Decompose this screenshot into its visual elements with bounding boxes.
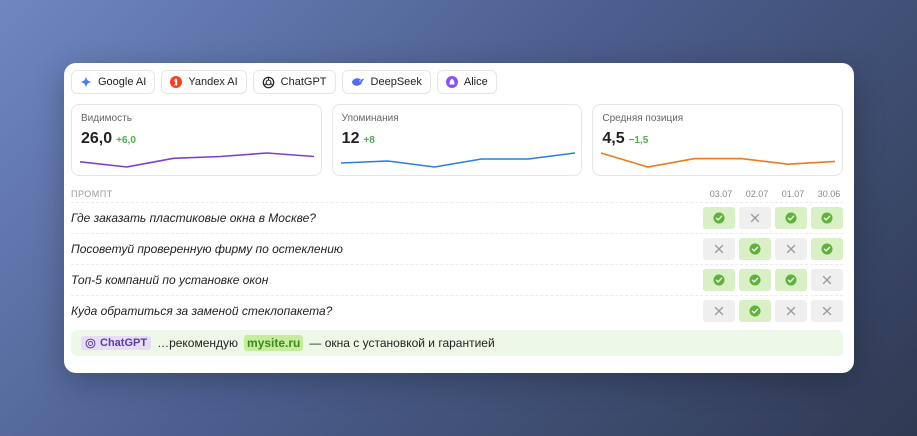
sparkline-path xyxy=(340,152,575,168)
mention-yes-cell xyxy=(703,269,735,291)
prompt-text: Куда обратиться за заменой стеклопакета? xyxy=(71,304,333,318)
tab-label: Yandex AI xyxy=(188,76,238,88)
check-circle-icon xyxy=(785,274,797,286)
mention-yes-cell xyxy=(739,269,771,291)
mark-cells xyxy=(703,207,843,229)
prompt-text: Где заказать пластиковые окна в Москве? xyxy=(71,211,316,225)
cross-icon xyxy=(714,306,724,316)
stat-mentions: Упоминания 12 +8 xyxy=(331,104,583,176)
table-header: ПРОМПТ 03.07 02.07 01.07 30.06 xyxy=(71,186,843,202)
mark-cells xyxy=(703,238,843,260)
sparkline-path xyxy=(601,152,836,168)
date-header: 03.07 xyxy=(709,189,733,199)
deepseek-icon xyxy=(351,78,364,86)
alice-icon xyxy=(445,76,458,88)
stat-label: Средняя позиция xyxy=(602,113,684,124)
google-ai-icon xyxy=(80,76,92,88)
mention-yes-cell xyxy=(811,207,843,229)
date-headers: 03.07 02.07 01.07 30.06 xyxy=(707,189,843,199)
cross-icon xyxy=(714,244,724,254)
tab-deepseek[interactable]: DeepSeek xyxy=(341,70,431,94)
check-circle-icon xyxy=(749,305,761,317)
cross-icon xyxy=(822,275,832,285)
check-circle-icon xyxy=(821,243,833,255)
ai-visibility-card: Google AI Yandex AI ChatGPT DeepSeek Ali… xyxy=(64,63,854,373)
mention-no-cell xyxy=(811,300,843,322)
mark-cells xyxy=(703,300,843,322)
stats-row: Видимость 26,0 +6,0 Упоминания 12 +8 Сре… xyxy=(71,104,844,176)
mention-yes-cell xyxy=(739,300,771,322)
stat-label: Упоминания xyxy=(341,113,399,124)
tab-chatgpt[interactable]: ChatGPT xyxy=(252,70,336,94)
tab-alice[interactable]: Alice xyxy=(436,70,497,94)
snippet-after: — окна с установкой и гарантией xyxy=(309,336,495,350)
mention-yes-cell xyxy=(775,207,807,229)
tab-yandex-ai[interactable]: Yandex AI xyxy=(161,70,247,94)
cross-icon xyxy=(822,306,832,316)
chatgpt-icon xyxy=(85,338,96,348)
prompt-text: Посоветуй проверенную фирму по остеклени… xyxy=(71,242,343,256)
check-circle-icon xyxy=(713,274,725,286)
tab-label: Alice xyxy=(463,76,488,88)
sparkline-path xyxy=(80,152,314,168)
engine-tabs: Google AI Yandex AI ChatGPT DeepSeek Ali… xyxy=(71,70,843,94)
sparkline-mentions xyxy=(340,152,575,168)
tab-google-ai[interactable]: Google AI xyxy=(71,70,156,94)
stat-delta: −1,5 xyxy=(628,135,649,146)
date-header: 01.07 xyxy=(781,189,805,199)
mention-no-cell xyxy=(775,238,807,260)
tab-label: DeepSeek xyxy=(370,76,422,88)
mention-no-cell xyxy=(775,300,807,322)
prompt-table: Где заказать пластиковые окна в Москве? … xyxy=(71,202,843,326)
cross-icon xyxy=(786,306,796,316)
cross-icon xyxy=(786,244,796,254)
prompt-column-header: ПРОМПТ xyxy=(71,189,113,199)
check-circle-icon xyxy=(785,212,797,224)
mention-no-cell xyxy=(739,207,771,229)
site-highlight: mysite.ru xyxy=(244,335,304,351)
sparkline-visibility xyxy=(80,152,314,168)
mention-no-cell xyxy=(811,269,843,291)
chatgpt-icon xyxy=(262,76,274,88)
snippet-before: …рекомендую xyxy=(157,336,239,350)
answer-snippet: ChatGPT …рекомендую mysite.ru — окна с у… xyxy=(71,330,843,356)
stat-label: Видимость xyxy=(81,113,132,124)
stat-value: 26,0 xyxy=(81,130,113,147)
stat-value: 12 xyxy=(341,130,360,147)
tab-label: Google AI xyxy=(98,76,147,88)
stat-delta: +8 xyxy=(363,135,375,146)
tab-label: ChatGPT xyxy=(280,76,327,88)
check-circle-icon xyxy=(749,243,761,255)
mention-yes-cell xyxy=(703,207,735,229)
mention-no-cell xyxy=(703,300,735,322)
mention-yes-cell xyxy=(739,238,771,260)
stat-delta: +6,0 xyxy=(116,135,136,146)
source-label: ChatGPT xyxy=(100,337,148,349)
mention-yes-cell xyxy=(775,269,807,291)
stat-average-position: Средняя позиция 4,5 −1,5 xyxy=(592,104,844,176)
date-header: 30.06 xyxy=(817,189,841,199)
table-row[interactable]: Куда обратиться за заменой стеклопакета? xyxy=(71,295,843,326)
mention-yes-cell xyxy=(811,238,843,260)
mention-no-cell xyxy=(703,238,735,260)
sparkline-average-position xyxy=(601,152,836,168)
stat-value: 4,5 xyxy=(602,130,625,147)
prompt-text: Топ-5 компаний по установке окон xyxy=(71,273,269,287)
check-circle-icon xyxy=(749,274,761,286)
stat-visibility: Видимость 26,0 +6,0 xyxy=(71,104,322,176)
check-circle-icon xyxy=(821,212,833,224)
table-row[interactable]: Топ-5 компаний по установке окон xyxy=(71,264,843,295)
yandex-icon xyxy=(170,76,183,88)
cross-icon xyxy=(750,213,760,223)
mark-cells xyxy=(703,269,843,291)
table-row[interactable]: Посоветуй проверенную фирму по остеклени… xyxy=(71,233,843,264)
date-header: 02.07 xyxy=(745,189,769,199)
check-circle-icon xyxy=(713,212,725,224)
table-row[interactable]: Где заказать пластиковые окна в Москве? xyxy=(71,202,843,233)
source-chip: ChatGPT xyxy=(81,336,152,350)
